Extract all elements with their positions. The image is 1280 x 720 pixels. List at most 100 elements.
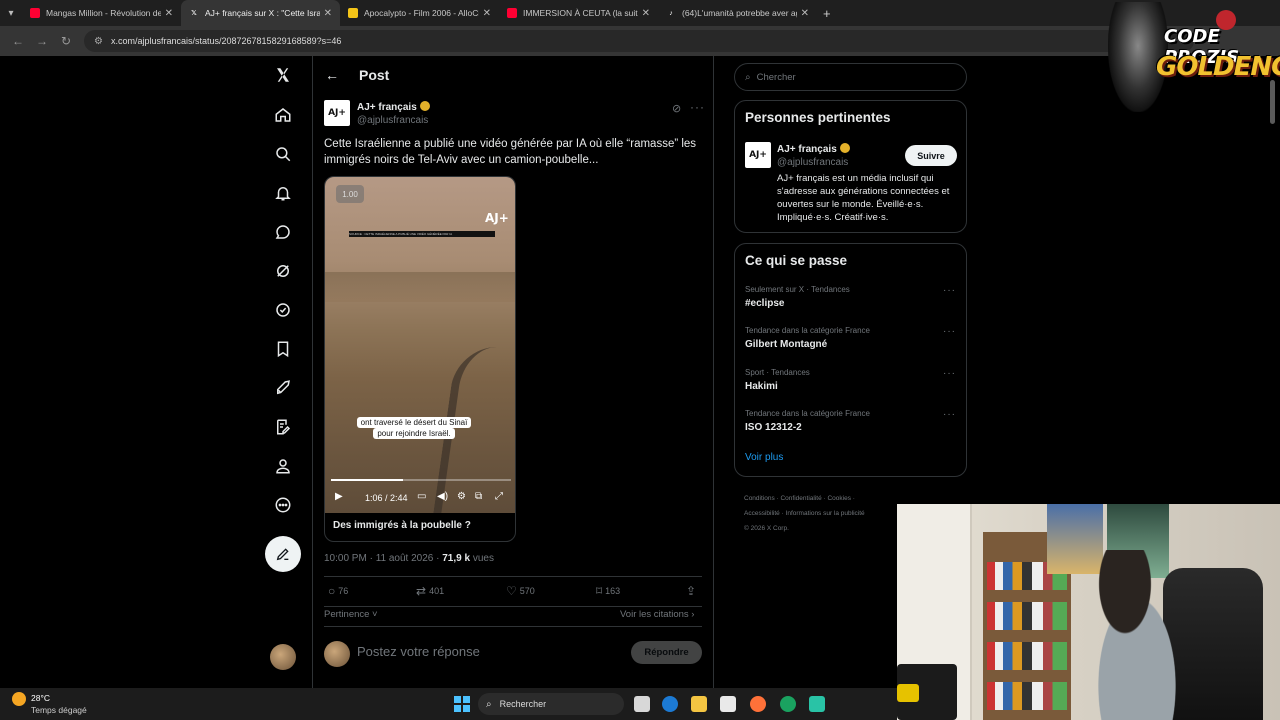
picture-in-picture-icon[interactable]: ⧉ bbox=[475, 491, 482, 502]
see-more-link[interactable]: Voir plus bbox=[745, 452, 783, 463]
compose-post-button[interactable] bbox=[265, 536, 301, 572]
store-icon[interactable] bbox=[720, 696, 736, 712]
author-name[interactable]: AJ+ français bbox=[357, 101, 430, 113]
views-label: vues bbox=[470, 553, 494, 564]
address-bar[interactable]: ⚙ x.com/ajplusfrancais/status/2087267815… bbox=[84, 30, 1194, 52]
video-player[interactable]: 1.00 AJ+ SOURCE : CETTE ISRAÉLIENNE A PU… bbox=[325, 177, 515, 513]
trend-item[interactable]: Sport · Tendances Hakimi ··· bbox=[745, 368, 957, 392]
repost-button[interactable]: ⇄ 401 bbox=[416, 584, 444, 598]
stream-logo: CODE PROZIS GOLDENG bbox=[1108, 2, 1280, 114]
close-tab-icon[interactable]: ✕ bbox=[324, 8, 332, 19]
close-tab-icon[interactable]: ✕ bbox=[801, 8, 809, 19]
trend-more-icon[interactable]: ··· bbox=[943, 326, 956, 337]
jobs-rocket-icon[interactable] bbox=[262, 371, 304, 405]
divider bbox=[324, 626, 702, 627]
browser-tab[interactable]: ♪ (64)L'umanità potrebbe aver ag ✕ bbox=[658, 0, 817, 26]
view-quotes-link[interactable]: Voir les citations › bbox=[620, 609, 694, 620]
forward-icon[interactable]: → bbox=[30, 34, 54, 48]
footer-line[interactable]: Accessibilité · Informations sur la publ… bbox=[744, 506, 904, 521]
repost-count: 401 bbox=[429, 586, 445, 596]
browser-tab[interactable]: Mangas Million - Révolution de ✕ bbox=[22, 0, 181, 26]
weather-temperature[interactable]: 28°C bbox=[31, 693, 50, 703]
relevant-name[interactable]: AJ+ français bbox=[777, 143, 850, 155]
trend-meta: Tendance dans la catégorie France bbox=[745, 326, 870, 335]
reply-sort-dropdown[interactable]: Pertinence ˅ bbox=[324, 609, 378, 620]
reply-input[interactable]: Postez votre réponse bbox=[357, 644, 480, 659]
relevant-people-panel: Personnes pertinentes AJ+ AJ+ français @… bbox=[734, 100, 967, 233]
home-icon[interactable] bbox=[262, 98, 304, 132]
close-tab-icon[interactable]: ✕ bbox=[642, 8, 650, 19]
close-tab-icon[interactable]: ✕ bbox=[165, 8, 173, 19]
weather-sun-icon[interactable] bbox=[12, 692, 26, 706]
reply-avatar bbox=[324, 641, 350, 667]
captions-icon[interactable]: ▭ bbox=[417, 491, 426, 502]
explore-search-icon[interactable] bbox=[262, 137, 304, 171]
grok-icon[interactable] bbox=[262, 254, 304, 288]
follow-button[interactable]: Suivre bbox=[905, 145, 957, 166]
task-view-icon[interactable] bbox=[634, 696, 650, 712]
bookmark-button[interactable]: ⌑ 163 bbox=[596, 584, 620, 598]
back-icon[interactable]: ← bbox=[6, 34, 30, 48]
video-progress-bar[interactable] bbox=[331, 479, 511, 481]
author-handle[interactable]: @ajplusfrancais bbox=[357, 115, 428, 126]
notifications-bell-icon[interactable] bbox=[262, 176, 304, 210]
new-tab-icon[interactable]: + bbox=[823, 6, 831, 21]
trend-item[interactable]: Seulement sur X · Tendances #eclipse ··· bbox=[745, 285, 957, 309]
trend-more-icon[interactable]: ··· bbox=[943, 409, 956, 420]
browser-tab[interactable]: Apocalypto - Film 2006 - AlloCi ✕ bbox=[340, 0, 499, 26]
footer-line[interactable]: Conditions · Confidentialité · Cookies · bbox=[744, 491, 904, 506]
author-avatar[interactable]: AJ+ bbox=[324, 100, 350, 126]
articles-icon[interactable] bbox=[262, 410, 304, 444]
reply-submit-button[interactable]: Répondre bbox=[631, 641, 702, 664]
taskbar-search[interactable]: ⌕ Rechercher bbox=[478, 693, 624, 715]
firefox-icon[interactable] bbox=[750, 696, 766, 712]
playback-speed-badge[interactable]: 1.00 bbox=[336, 185, 364, 203]
volume-icon[interactable]: ◀) bbox=[437, 491, 448, 502]
reload-icon[interactable]: ↻ bbox=[54, 34, 78, 48]
tab-title: Mangas Million - Révolution de bbox=[46, 8, 161, 18]
site-info-icon[interactable]: ⚙ bbox=[94, 36, 103, 47]
timestamp-text[interactable]: 10:00 PM · 11 août 2026 · bbox=[324, 553, 442, 564]
play-icon[interactable]: ▶ bbox=[335, 491, 343, 502]
trend-meta: Tendance dans la catégorie France bbox=[745, 409, 870, 418]
views-count: 71,9 k bbox=[442, 553, 471, 564]
file-explorer-icon[interactable] bbox=[691, 696, 707, 712]
trend-item[interactable]: Tendance dans la catégorie France Gilber… bbox=[745, 326, 957, 350]
close-tab-icon[interactable]: ✕ bbox=[483, 8, 491, 19]
divider bbox=[324, 606, 702, 607]
share-button[interactable]: ⇪ bbox=[686, 584, 699, 598]
app-icon[interactable] bbox=[809, 696, 825, 712]
reply-button[interactable]: ○ 76 bbox=[328, 584, 348, 598]
shelf-row bbox=[987, 642, 1067, 670]
relevant-handle[interactable]: @ajplusfrancais bbox=[777, 157, 848, 168]
browser-tab[interactable]: IMMERSION À CEUTA (la suite ✕ bbox=[499, 0, 658, 26]
more-circle-icon[interactable] bbox=[262, 488, 304, 522]
like-button[interactable]: ♡ 570 bbox=[506, 584, 535, 598]
edge-icon[interactable] bbox=[662, 696, 678, 712]
trend-item[interactable]: Tendance dans la catégorie France ISO 12… bbox=[745, 409, 957, 433]
tab-search-icon[interactable]: ▾ bbox=[0, 0, 22, 26]
weather-description[interactable]: Temps dégagé bbox=[31, 705, 87, 715]
relevant-avatar[interactable]: AJ+ bbox=[745, 142, 771, 168]
bookmarks-icon[interactable] bbox=[262, 332, 304, 366]
search-input[interactable]: ⌕ Chercher bbox=[734, 63, 967, 91]
messages-bubble-icon[interactable] bbox=[262, 215, 304, 249]
account-avatar[interactable] bbox=[270, 644, 296, 670]
windows-start-icon[interactable] bbox=[454, 696, 470, 712]
video-headline-strip: SOURCE : CETTE ISRAÉLIENNE A PUBLIÉ UNE … bbox=[349, 231, 495, 237]
profile-icon[interactable] bbox=[262, 449, 304, 483]
fullscreen-icon[interactable]: ⤢ bbox=[495, 491, 503, 502]
x-logo-icon[interactable] bbox=[262, 58, 304, 92]
verified-orgs-icon[interactable] bbox=[262, 293, 304, 327]
grok-explain-icon[interactable]: ⊘ bbox=[672, 102, 681, 115]
back-arrow-icon[interactable]: ← bbox=[325, 67, 339, 83]
trend-more-icon[interactable]: ··· bbox=[943, 285, 956, 296]
search-icon: ⌕ bbox=[486, 698, 492, 710]
post-author: AJ+ AJ+ français @ajplusfrancais ⊘ ··· bbox=[324, 100, 704, 128]
settings-gear-icon[interactable]: ⚙ bbox=[457, 491, 466, 502]
chrome-icon[interactable] bbox=[780, 696, 796, 712]
more-options-icon[interactable]: ··· bbox=[690, 100, 705, 114]
trend-more-icon[interactable]: ··· bbox=[943, 368, 956, 379]
video-card[interactable]: 1.00 AJ+ SOURCE : CETTE ISRAÉLIENNE A PU… bbox=[324, 176, 516, 542]
browser-tab-active[interactable]: 𝕏 AJ+ français sur X : "Cette Israé ✕ bbox=[181, 0, 340, 26]
